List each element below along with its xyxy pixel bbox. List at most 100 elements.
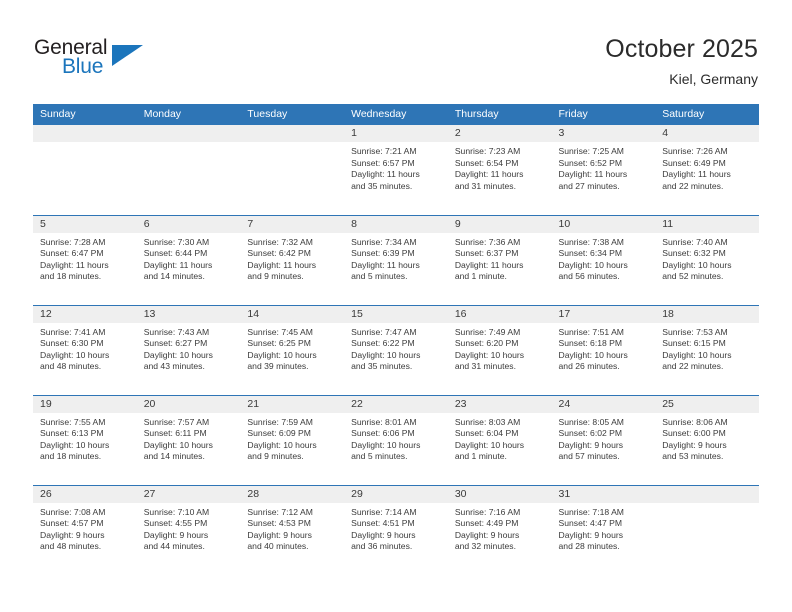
- daylight-hours: Daylight: 11 hours: [40, 259, 109, 270]
- sunrise-time: Sunrise: 7:43 AM: [143, 326, 210, 337]
- calendar-day-cell[interactable]: 20 Sunrise: 7:57 AM Sunset: 6:11 PM Dayligh…: [136, 394, 241, 485]
- daylight-hours: Daylight: 10 hours: [351, 439, 421, 450]
- calendar-day-cell[interactable]: 19 Sunrise: 7:55 AM Sunset: 6:13 PM Dayligh…: [33, 394, 137, 485]
- calendar-day-cell[interactable]: 1 Sunrise: 7:21 AM Sunset: 6:57 PM Daylight…: [344, 125, 448, 215]
- calendar-day-cell[interactable]: 7 Sunrise: 7:32 AM Sunset: 6:42 PM Daylight…: [240, 214, 345, 305]
- calendar-day-cell[interactable]: 17 Sunrise: 7:51 AM Sunset: 6:18 PM Dayligh…: [551, 304, 656, 395]
- calendar-day-cell[interactable]: 10 Sunrise: 7:38 AM Sunset: 6:34 PM Dayligh…: [551, 214, 656, 305]
- sunset-time: Sunset: 4:57 PM: [40, 518, 104, 529]
- calendar-day-cell[interactable]: 23 Sunrise: 8:03 AM Sunset: 6:04 PM Dayligh…: [447, 394, 552, 485]
- calendar-day-cell[interactable]: 11 Sunrise: 7:40 AM Sunset: 6:32 PM Dayligh…: [655, 214, 759, 305]
- calendar-week-row: 1 Sunrise: 7:21 AM Sunset: 6:57 PM Daylight…: [33, 125, 759, 215]
- day-detail-block: Sunrise: 7:47 AM Sunset: 6:22 PM Daylight:…: [344, 323, 448, 373]
- day-detail-block: Sunrise: 8:03 AM Sunset: 6:04 PM Daylight:…: [448, 413, 552, 463]
- daylight-minutes: and 56 minutes.: [558, 271, 620, 282]
- calendar-day-cell-empty: [655, 484, 759, 575]
- calendar-day-cell[interactable]: 8 Sunrise: 7:34 AM Sunset: 6:39 PM Daylight…: [344, 214, 448, 305]
- day-detail-block: Sunrise: 7:40 AM Sunset: 6:32 PM Daylight:…: [655, 233, 759, 283]
- calendar-week-row: 19 Sunrise: 7:55 AM Sunset: 6:13 PM Dayligh…: [33, 394, 759, 485]
- day-detail-block: Sunrise: 7:18 AM Sunset: 4:47 PM Daylight:…: [552, 503, 656, 553]
- calendar-day-cell[interactable]: 3 Sunrise: 7:25 AM Sunset: 6:52 PM Daylight…: [551, 125, 656, 215]
- weekday-header-friday: Friday: [551, 104, 656, 125]
- sunrise-time: Sunrise: 7:41 AM: [40, 326, 106, 337]
- daylight-hours: Daylight: 9 hours: [143, 529, 209, 540]
- daylight-minutes: and 14 minutes.: [143, 451, 205, 462]
- sunset-time: Sunset: 6:20 PM: [454, 338, 519, 349]
- sunset-time: Sunset: 6:27 PM: [143, 338, 208, 349]
- calendar-day-cell[interactable]: 27 Sunrise: 7:10 AM Sunset: 4:55 PM Dayligh…: [136, 484, 241, 575]
- daylight-hours: Daylight: 11 hours: [143, 259, 213, 270]
- daylight-hours: Daylight: 11 hours: [351, 169, 420, 180]
- calendar-day-cell[interactable]: 25 Sunrise: 8:06 AM Sunset: 6:00 PM Dayligh…: [655, 394, 759, 485]
- logo-text-blue: Blue: [62, 55, 104, 78]
- day-number: [136, 125, 241, 142]
- calendar-day-cell[interactable]: 14 Sunrise: 7:45 AM Sunset: 6:25 PM Dayligh…: [240, 304, 345, 395]
- calendar-week-row: 12 Sunrise: 7:41 AM Sunset: 6:30 PM Dayligh…: [33, 304, 759, 395]
- day-detail-block: Sunrise: 7:49 AM Sunset: 6:20 PM Daylight:…: [448, 323, 552, 373]
- sunrise-time: Sunrise: 7:49 AM: [454, 326, 521, 337]
- calendar-day-cell[interactable]: 26 Sunrise: 7:08 AM Sunset: 4:57 PM Dayligh…: [33, 484, 137, 575]
- calendar-day-cell[interactable]: 4 Sunrise: 7:26 AM Sunset: 6:49 PM Daylight…: [655, 125, 759, 215]
- daylight-hours: Daylight: 9 hours: [662, 439, 727, 450]
- day-detail-block: Sunrise: 7:51 AM Sunset: 6:18 PM Daylight:…: [552, 323, 656, 373]
- weekday-header-saturday: Saturday: [655, 104, 759, 125]
- day-detail-block: Sunrise: 7:10 AM Sunset: 4:55 PM Daylight:…: [137, 503, 241, 553]
- calendar-day-cell[interactable]: 18 Sunrise: 7:53 AM Sunset: 6:15 PM Dayligh…: [655, 304, 759, 395]
- calendar-day-cell[interactable]: 24 Sunrise: 8:05 AM Sunset: 6:02 PM Dayligh…: [551, 394, 656, 485]
- daylight-hours: Daylight: 11 hours: [662, 169, 731, 180]
- calendar-day-cell[interactable]: 13 Sunrise: 7:43 AM Sunset: 6:27 PM Dayligh…: [136, 304, 241, 395]
- calendar-day-cell[interactable]: 6 Sunrise: 7:30 AM Sunset: 6:44 PM Daylight…: [136, 214, 241, 305]
- calendar-day-cell[interactable]: 15 Sunrise: 7:47 AM Sunset: 6:22 PM Dayligh…: [344, 304, 448, 395]
- calendar-day-cell[interactable]: 30 Sunrise: 7:16 AM Sunset: 4:49 PM Dayligh…: [447, 484, 552, 575]
- day-detail-block: Sunrise: 7:57 AM Sunset: 6:11 PM Daylight:…: [137, 413, 241, 463]
- day-number: 19: [33, 395, 137, 413]
- day-number: 17: [551, 305, 656, 323]
- day-number: 25: [655, 395, 759, 413]
- calendar-day-cell[interactable]: 2 Sunrise: 7:23 AM Sunset: 6:54 PM Daylight…: [447, 125, 552, 215]
- daylight-minutes: and 22 minutes.: [662, 361, 724, 372]
- sunrise-time: Sunrise: 7:08 AM: [40, 506, 106, 517]
- calendar-day-cell[interactable]: 16 Sunrise: 7:49 AM Sunset: 6:20 PM Dayligh…: [447, 304, 552, 395]
- day-detail-block: Sunrise: 7:21 AM Sunset: 6:57 PM Daylight:…: [344, 142, 448, 192]
- day-detail-block: Sunrise: 7:25 AM Sunset: 6:52 PM Daylight:…: [552, 142, 656, 192]
- page-subtitle: Kiel, Germany: [669, 71, 758, 87]
- calendar-day-cell[interactable]: 29 Sunrise: 7:14 AM Sunset: 4:51 PM Dayligh…: [344, 484, 448, 575]
- day-number: 9: [447, 215, 552, 233]
- calendar-day-cell[interactable]: 12 Sunrise: 7:41 AM Sunset: 6:30 PM Dayligh…: [33, 304, 137, 395]
- daylight-minutes: and 1 minute.: [454, 451, 507, 462]
- calendar-day-cell[interactable]: 22 Sunrise: 8:01 AM Sunset: 6:06 PM Dayligh…: [344, 394, 448, 485]
- sunrise-time: Sunrise: 7:30 AM: [143, 236, 210, 247]
- weekday-header-thursday: Thursday: [447, 104, 552, 125]
- calendar-day-cell[interactable]: 5 Sunrise: 7:28 AM Sunset: 6:47 PM Daylight…: [33, 214, 137, 305]
- calendar-day-cell[interactable]: 31 Sunrise: 7:18 AM Sunset: 4:47 PM Dayligh…: [551, 484, 656, 575]
- day-number: [33, 125, 137, 142]
- day-detail-block: Sunrise: 7:36 AM Sunset: 6:37 PM Daylight:…: [448, 233, 552, 283]
- sunset-time: Sunset: 6:30 PM: [40, 338, 104, 349]
- calendar-day-cell[interactable]: 28 Sunrise: 7:12 AM Sunset: 4:53 PM Dayligh…: [240, 484, 345, 575]
- daylight-hours: Daylight: 10 hours: [454, 349, 525, 360]
- calendar-day-cell[interactable]: 21 Sunrise: 7:59 AM Sunset: 6:09 PM Dayligh…: [240, 394, 345, 485]
- sunrise-time: Sunrise: 7:32 AM: [247, 236, 313, 247]
- sunrise-time: Sunrise: 7:53 AM: [662, 326, 728, 337]
- daylight-hours: Daylight: 9 hours: [40, 529, 105, 540]
- day-number: 8: [344, 215, 448, 233]
- general-blue-logo: General Blue: [34, 37, 174, 85]
- day-number: 15: [344, 305, 448, 323]
- day-number: 7: [240, 215, 345, 233]
- sunset-time: Sunset: 4:53 PM: [247, 518, 311, 529]
- weekday-header-sunday: Sunday: [33, 104, 137, 125]
- daylight-hours: Daylight: 10 hours: [454, 439, 525, 450]
- day-number: 26: [33, 485, 137, 503]
- calendar-day-cell[interactable]: 9 Sunrise: 7:36 AM Sunset: 6:37 PM Daylight…: [447, 214, 552, 305]
- day-number: 4: [655, 125, 759, 142]
- daylight-hours: Daylight: 10 hours: [558, 259, 628, 270]
- daylight-minutes: and 52 minutes.: [662, 271, 724, 282]
- daylight-minutes: and 57 minutes.: [558, 451, 620, 462]
- sunset-time: Sunset: 6:42 PM: [247, 248, 311, 259]
- sunrise-time: Sunrise: 7:23 AM: [454, 146, 521, 156]
- day-detail-block: Sunrise: 7:16 AM Sunset: 4:49 PM Daylight:…: [448, 503, 552, 553]
- day-number: 27: [136, 485, 241, 503]
- day-detail-block: Sunrise: 7:28 AM Sunset: 6:47 PM Daylight:…: [33, 233, 137, 283]
- daylight-hours: Daylight: 10 hours: [143, 349, 213, 360]
- sunrise-time: Sunrise: 7:55 AM: [40, 416, 106, 427]
